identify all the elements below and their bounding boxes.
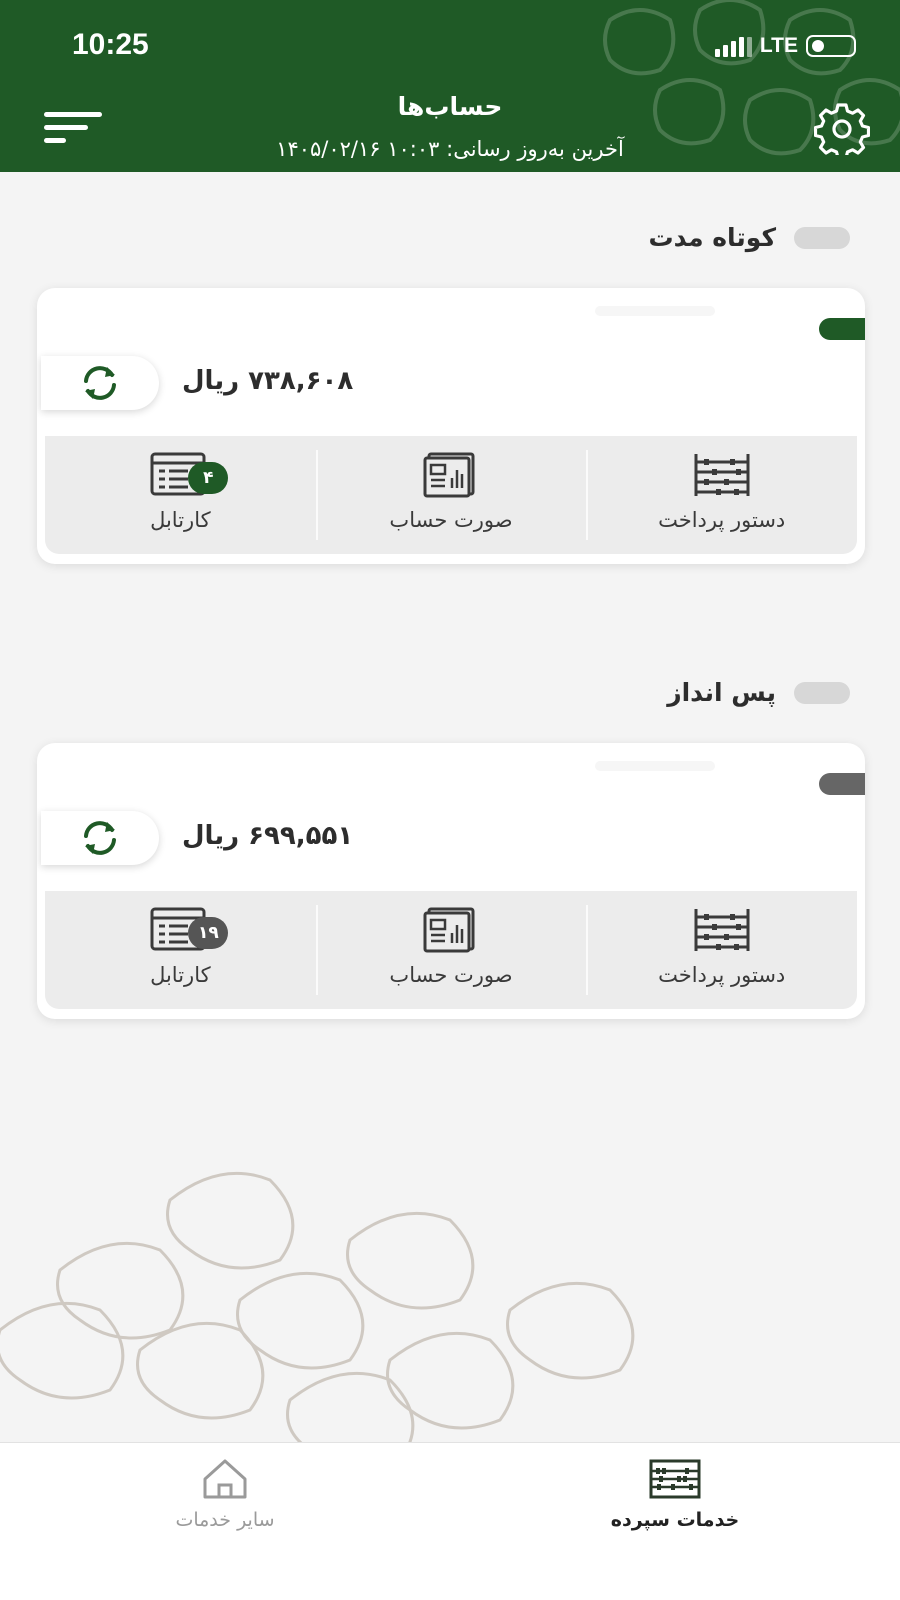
cartable-button[interactable]: ۱۹ کارتابل	[45, 891, 316, 1009]
account-accent-tab	[819, 773, 865, 795]
cartable-count-badge: ۱۹	[188, 917, 229, 949]
account-balance: ۶۹۹,۵۵۱ ریال	[182, 821, 354, 851]
cartable-button[interactable]: ۴ کارتابل	[45, 436, 316, 554]
payment-order-button[interactable]: دستور پرداخت	[586, 436, 857, 554]
cartable-icon: ۴	[148, 450, 229, 500]
nav-label: خدمات سپرده	[610, 1509, 740, 1531]
bottom-navigation: سایر خدمات خدمات سپرده	[0, 1442, 900, 1600]
section-label: کوتاه مدت	[648, 223, 777, 252]
payment-order-label: دستور پرداخت	[658, 508, 786, 532]
masked-account-number	[595, 761, 715, 771]
network-type: LTE	[759, 34, 798, 57]
cartable-count-badge: ۴	[188, 462, 229, 494]
statement-button[interactable]: صورت حساب	[315, 436, 587, 554]
refresh-icon	[84, 366, 116, 400]
section-toggle[interactable]	[794, 681, 850, 704]
app-header: 10:25 LTE حساب‌ها آخرین به‌روز رسانی: ۱۰…	[0, 0, 900, 172]
account-actions: ۴ کارتابل صورت حساب دستور پرداخت	[45, 436, 857, 554]
statement-icon	[419, 905, 483, 955]
battery-icon	[806, 35, 856, 57]
account-accent-tab	[819, 318, 865, 340]
last-update-text: آخرین به‌روز رسانی: ۱۰:۰۳ ۱۴۰۵/۰۲/۱۶	[276, 137, 624, 161]
account-balance: ۷۳۸,۶۰۸ ریال	[182, 366, 354, 396]
refresh-button[interactable]	[41, 811, 159, 865]
cartable-label: کارتابل	[150, 963, 211, 987]
statement-button[interactable]: صورت حساب	[315, 891, 587, 1009]
statement-icon	[419, 450, 483, 500]
section-label: پس انداز	[667, 678, 776, 707]
account-card-short-term[interactable]: ۷۳۸,۶۰۸ ریال ۴ کارتابل صورت حساب دستور پ…	[37, 288, 865, 564]
abacus-icon	[690, 905, 754, 955]
account-card-savings[interactable]: ۶۹۹,۵۵۱ ریال ۱۹ کارتابل صورت حساب دستور …	[37, 743, 865, 1019]
abacus-icon	[690, 450, 754, 500]
section-heading-short-term: کوتاه مدت	[648, 223, 850, 252]
refresh-button[interactable]	[41, 356, 159, 410]
cartable-label: کارتابل	[150, 508, 211, 532]
abacus-icon	[649, 1459, 701, 1499]
statement-label: صورت حساب	[389, 963, 513, 987]
statement-label: صورت حساب	[389, 508, 513, 532]
nav-deposit-services[interactable]: خدمات سپرده	[555, 1457, 795, 1531]
page-title: حساب‌ها	[397, 92, 503, 121]
refresh-icon	[84, 821, 116, 855]
gear-icon[interactable]	[814, 103, 870, 155]
signal-icon	[714, 35, 752, 57]
cartable-icon: ۱۹	[148, 905, 229, 955]
nav-label: سایر خدمات	[175, 1509, 275, 1531]
home-icon	[203, 1459, 247, 1499]
status-indicators: LTE	[714, 34, 856, 58]
payment-order-button[interactable]: دستور پرداخت	[586, 891, 857, 1009]
background-pattern-decoration	[0, 1171, 635, 1442]
section-toggle[interactable]	[794, 226, 850, 249]
nav-other-services[interactable]: سایر خدمات	[105, 1457, 345, 1531]
masked-account-number	[595, 306, 715, 316]
account-actions: ۱۹ کارتابل صورت حساب دستور پرداخت	[45, 891, 857, 1009]
status-time: 10:25	[72, 28, 149, 61]
section-heading-savings: پس انداز	[667, 678, 850, 707]
payment-order-label: دستور پرداخت	[658, 963, 786, 987]
